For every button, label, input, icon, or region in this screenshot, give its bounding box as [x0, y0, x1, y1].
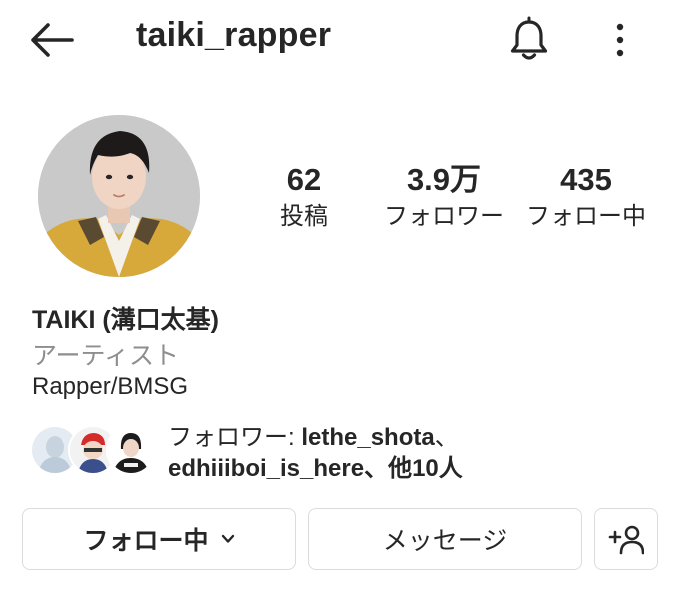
add-user-button[interactable]: [594, 508, 658, 570]
followers-label: フォロワー: [384, 203, 504, 230]
bio-text: Rapper/BMSG: [32, 373, 189, 400]
mutual-followers-avatars[interactable]: [30, 425, 160, 477]
following-button-label: フォロー中: [83, 527, 209, 555]
chevron-down-icon: [221, 534, 234, 543]
bell-icon[interactable]: [504, 14, 554, 64]
more-vertical-icon[interactable]: [606, 18, 634, 62]
back-arrow-icon[interactable]: [28, 20, 76, 60]
message-button[interactable]: メッセージ: [308, 508, 582, 570]
mutual-separator: 、: [434, 424, 459, 451]
bio-category: アーティスト: [32, 342, 180, 370]
profile-avatar[interactable]: [38, 115, 200, 277]
mutual-avatar: [106, 425, 156, 475]
mutual-user-link[interactable]: lethe_shota: [301, 424, 434, 451]
profile-username: taiki_rapper: [136, 16, 332, 54]
mutual-user-link[interactable]: edhiiiboi_is_here: [168, 455, 364, 482]
stat-following[interactable]: 435 フォロー中: [516, 160, 656, 234]
following-label: フォロー中: [526, 203, 646, 230]
mutual-followers-text-2[interactable]: edhiiiboi_is_here、他10人: [168, 454, 463, 484]
followers-count: 3.9万: [406, 162, 482, 197]
mutual-followers-text[interactable]: フォロワー: lethe_shota、: [168, 423, 459, 453]
stat-followers[interactable]: 3.9万 フォロワー: [374, 160, 514, 234]
following-button[interactable]: フォロー中: [22, 508, 296, 570]
posts-count: 62: [286, 162, 322, 197]
bio-name: TAIKI (溝口太基): [32, 306, 220, 334]
message-button-label: メッセージ: [382, 527, 508, 555]
add-user-icon: [608, 525, 644, 555]
stat-posts[interactable]: 62 投稿: [234, 160, 374, 234]
following-count: 435: [560, 162, 612, 197]
mutual-others: 、他10人: [364, 455, 463, 482]
mutual-prefix: フォロワー:: [168, 424, 302, 451]
posts-label: 投稿: [280, 203, 328, 230]
